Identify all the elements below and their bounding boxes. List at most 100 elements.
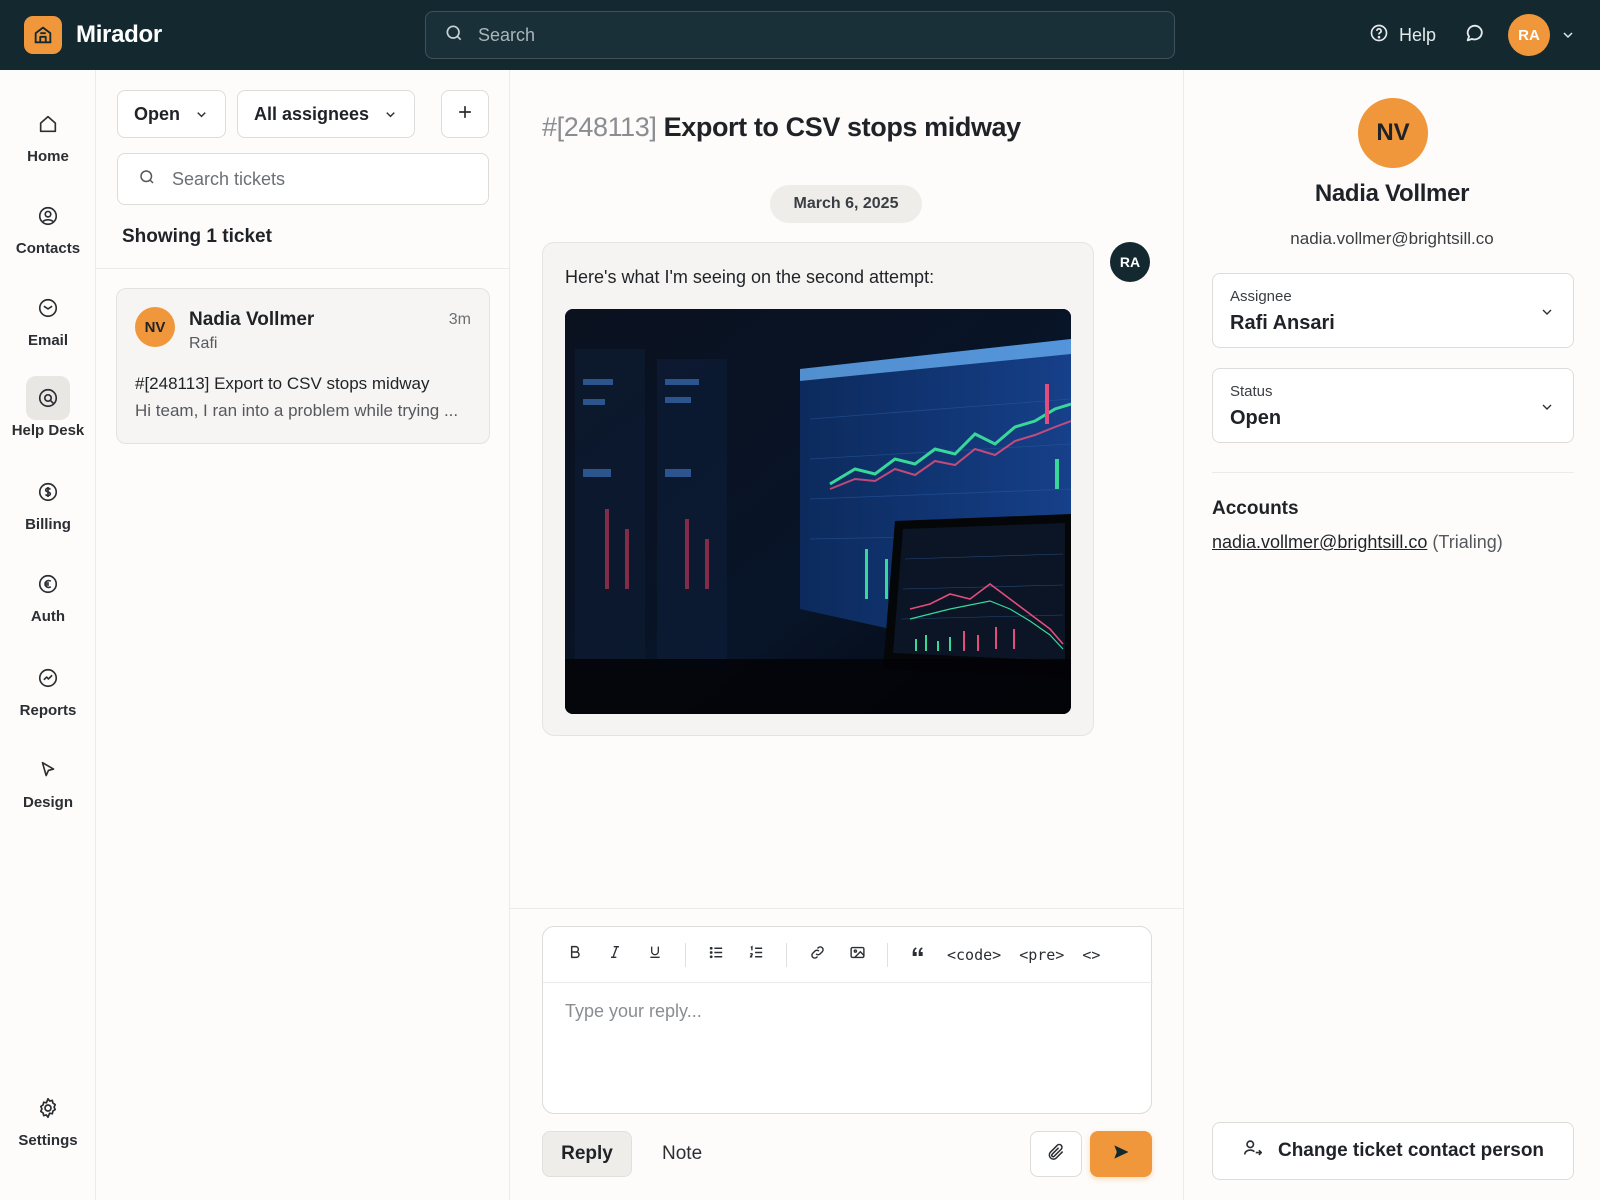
nav-label: Contacts	[15, 240, 81, 257]
message-text: Here's what I'm seeing on the second att…	[565, 267, 935, 287]
global-search[interactable]	[425, 11, 1175, 59]
cursor-icon	[26, 748, 70, 792]
ticket-list-item[interactable]: NV Nadia Vollmer 3m Rafi #[248113] Expor…	[116, 288, 490, 444]
chevron-down-icon	[1539, 399, 1555, 415]
chat-bubble-icon	[1464, 22, 1486, 49]
divider	[1212, 472, 1574, 473]
agent-avatar: RA	[1110, 242, 1150, 282]
assignee-value: Rafi Ansari	[1230, 312, 1335, 334]
help-link[interactable]: Help	[1369, 23, 1436, 48]
send-button[interactable]	[1090, 1131, 1152, 1177]
nav-label: Help Desk	[11, 422, 85, 439]
numbered-list-icon	[748, 944, 765, 966]
nav-item-email[interactable]: Email	[0, 286, 96, 349]
chat-button[interactable]	[1464, 22, 1486, 49]
nav-label: Settings	[18, 1132, 78, 1149]
status-select[interactable]: Status Open	[1212, 368, 1574, 443]
quote-button[interactable]	[898, 935, 938, 975]
nav-item-billing[interactable]: Billing	[0, 470, 96, 533]
change-contact-button[interactable]: Change ticket contact person	[1212, 1122, 1574, 1180]
nav-item-settings[interactable]: Settings	[0, 1086, 96, 1149]
underline-button[interactable]	[635, 935, 675, 975]
assignee-filter-dropdown[interactable]: All assignees	[237, 90, 416, 138]
bold-button[interactable]	[555, 935, 595, 975]
nav-item-design[interactable]: Design	[0, 748, 96, 811]
gear-icon	[26, 1086, 70, 1130]
send-icon	[1111, 1142, 1131, 1167]
quote-icon	[910, 944, 926, 965]
nav-label: Home	[27, 148, 69, 165]
euro-icon	[26, 562, 70, 606]
app-name: Mirador	[76, 21, 162, 48]
contact-panel: NV Nadia Vollmer nadia.vollmer@brightsil…	[1184, 70, 1600, 1200]
assignee-filter-label: All assignees	[254, 103, 370, 124]
link-button[interactable]	[797, 935, 837, 975]
ticket-search-input[interactable]	[172, 168, 472, 190]
top-bar: Mirador Help RA	[0, 0, 1600, 70]
status-filter-label: Open	[134, 103, 181, 124]
status-filter-dropdown[interactable]: Open	[117, 90, 227, 138]
help-label: Help	[1398, 24, 1436, 45]
message-bubble: Here's what I'm seeing on the second att…	[542, 242, 1094, 736]
numbered-list-button[interactable]	[736, 935, 776, 975]
contact-name: Nadia Vollmer	[1314, 180, 1470, 207]
logo-icon	[24, 16, 62, 54]
global-search-input[interactable]	[478, 24, 1158, 46]
ticket-search[interactable]	[117, 153, 489, 205]
status-value: Open	[1230, 407, 1282, 429]
ticket-title-text: Export to CSV stops midway	[663, 112, 1022, 142]
ticket-number: #[248113]	[542, 112, 657, 142]
mail-icon	[26, 286, 70, 330]
html-button[interactable]: <>	[1073, 935, 1109, 975]
underline-icon	[647, 944, 663, 965]
avatar: NV	[135, 307, 175, 347]
user-avatar[interactable]: RA	[1508, 14, 1550, 56]
status-label: Status	[1230, 383, 1273, 400]
chevron-down-icon	[1539, 304, 1555, 320]
message-attachment-image[interactable]	[565, 309, 1071, 714]
divider	[510, 908, 1184, 909]
brand[interactable]: Mirador	[24, 16, 424, 54]
italic-icon	[607, 944, 623, 965]
nav-label: Auth	[30, 608, 66, 625]
conversation-panel: #[248113] Export to CSV stops midway Mar…	[510, 70, 1184, 1200]
ticket-time: 3m	[448, 311, 471, 328]
user-switch-icon	[1242, 1137, 1264, 1165]
note-tab[interactable]: Note	[650, 1131, 714, 1177]
code-block-button[interactable]: <pre>	[1010, 935, 1073, 975]
nav-item-contacts[interactable]: Contacts	[0, 194, 96, 257]
account-email-link[interactable]: nadia.vollmer@brightsill.co	[1212, 532, 1427, 552]
ticket-contact-name: Nadia Vollmer	[189, 309, 315, 330]
user-menu-chevron-icon[interactable]	[1560, 27, 1576, 43]
attach-button[interactable]	[1030, 1131, 1082, 1177]
inline-code-button[interactable]: <code>	[938, 935, 1010, 975]
account-row: nadia.vollmer@brightsill.co (Trialing)	[1212, 532, 1503, 553]
nav-item-help-desk[interactable]: Help Desk	[0, 376, 96, 439]
nav-label: Billing	[25, 516, 71, 533]
toolbar-separator	[786, 942, 787, 967]
nav-item-home[interactable]: Home	[0, 102, 96, 165]
reply-editor: <code> <pre> <>	[542, 926, 1153, 1114]
chevron-down-icon	[383, 107, 398, 122]
account-status: (Trialing)	[1432, 532, 1503, 552]
nav-rail: Home Contacts Email Help Desk Billing Au…	[0, 70, 96, 1200]
toolbar-separator	[887, 942, 888, 967]
bullet-list-button[interactable]	[696, 935, 736, 975]
user-circle-icon	[26, 194, 70, 238]
nav-item-reports[interactable]: Reports	[0, 656, 96, 719]
image-button[interactable]	[837, 935, 877, 975]
editor-toolbar: <code> <pre> <>	[543, 927, 1153, 983]
contact-avatar: NV	[1358, 98, 1428, 168]
assignee-select[interactable]: Assignee Rafi Ansari	[1212, 273, 1574, 348]
ticket-assignee: Rafi	[189, 335, 218, 352]
italic-button[interactable]	[595, 935, 635, 975]
ticket-title: #[248113] Export to CSV stops midway	[542, 112, 1021, 143]
reply-tab[interactable]: Reply	[542, 1131, 632, 1177]
reply-textarea[interactable]	[565, 1001, 1131, 1101]
trading-screens-image	[565, 309, 1071, 714]
new-ticket-button[interactable]	[441, 90, 489, 138]
chart-icon	[26, 656, 70, 700]
bold-icon	[567, 944, 583, 965]
help-circle-icon	[1369, 23, 1389, 48]
nav-item-auth[interactable]: Auth	[0, 562, 96, 625]
